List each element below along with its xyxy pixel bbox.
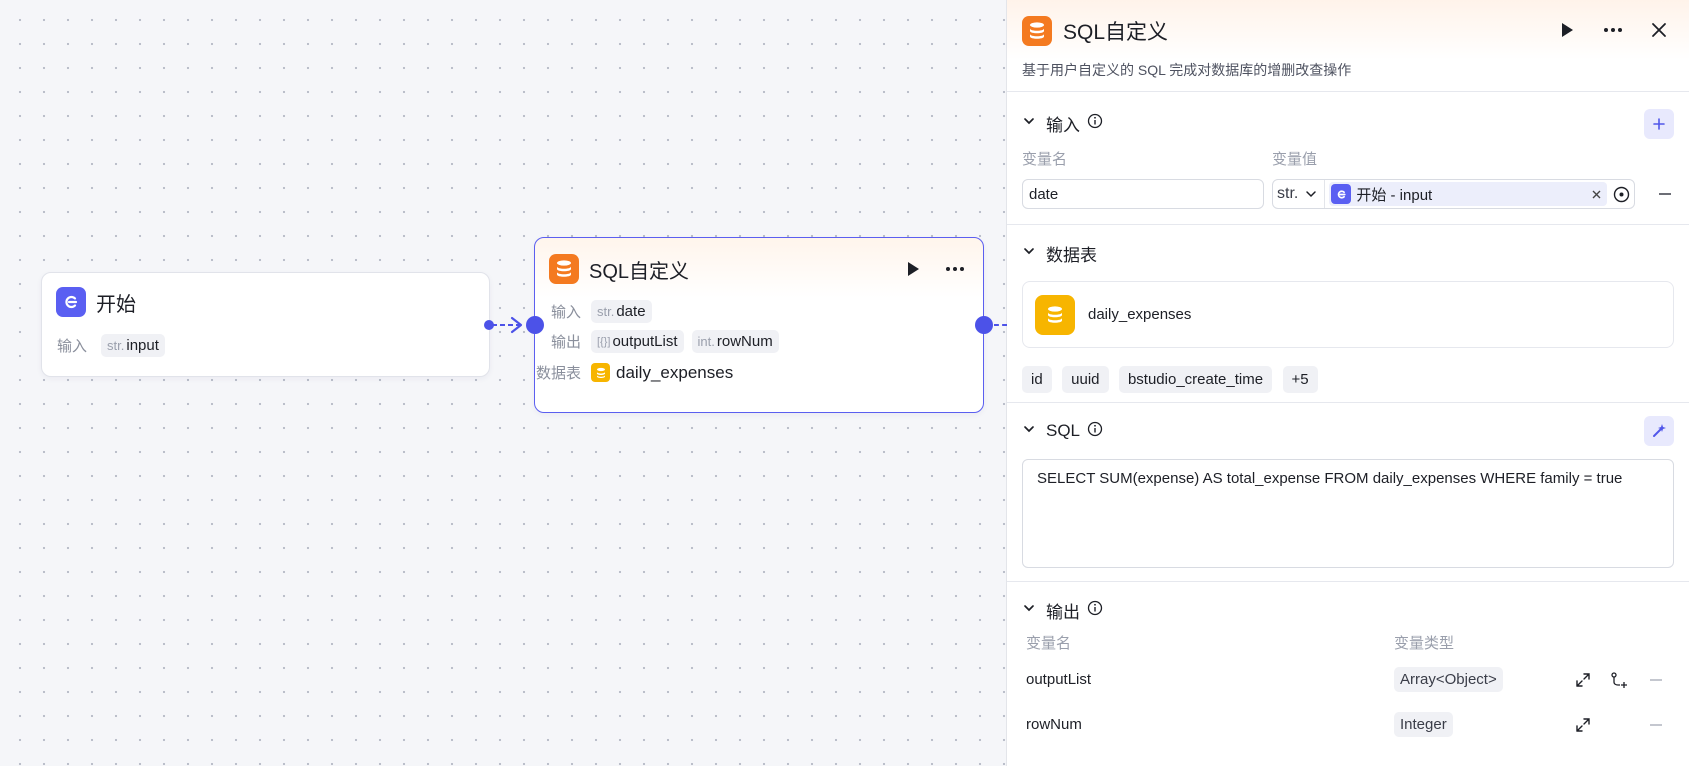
target-icon[interactable] <box>1613 186 1630 203</box>
node-settings-panel: SQL自定义 基于用户自定义的 SQL 完成对数据库的增删改查操作 输入 变量名… <box>1007 0 1689 766</box>
start-icon <box>56 287 86 317</box>
database-icon <box>1022 16 1052 46</box>
output-row: outputList Array<Object> <box>1022 657 1674 702</box>
expand-icon[interactable] <box>1575 717 1591 733</box>
input-section: 输入 变量名 变量值 date str. 开始 - input <box>1007 92 1689 225</box>
chevron-down-icon[interactable] <box>1022 421 1036 441</box>
remove-output-icon[interactable] <box>1650 678 1662 681</box>
connection-edge <box>492 316 523 334</box>
col-out-type: 变量类型 <box>1394 635 1455 652</box>
chevron-down-icon <box>1306 191 1317 198</box>
field-chips: id uuid bstudio_create_time +5 <box>1022 366 1674 393</box>
sql-table-label: 数据表 <box>535 365 581 382</box>
output-row: rowNum Integer <box>1022 702 1674 747</box>
sql-output-label: 输出 <box>550 334 581 351</box>
workflow-canvas[interactable]: 开始 输入 str. input SQL自定义 输入 str. date 输出 … <box>0 0 1007 766</box>
sql-editor[interactable]: SELECT SUM(expense) AS total_expense FRO… <box>1022 459 1674 568</box>
sql-output-tag-1: [{}] outputList <box>591 330 684 353</box>
sql-output1-type: [{}] <box>597 335 611 348</box>
outgoing-edge <box>994 324 1007 326</box>
start-input-type: str. <box>107 338 125 353</box>
input-section-title: 输入 <box>1046 115 1080 135</box>
chevron-down-icon[interactable] <box>1022 243 1036 263</box>
more-fields-chip[interactable]: +5 <box>1282 366 1318 393</box>
ai-generate-button[interactable] <box>1644 416 1674 446</box>
table-section: 数据表 daily_expenses id uuid bstudio_creat… <box>1007 225 1689 403</box>
sql-input-type: str. <box>597 304 615 319</box>
table-name: daily_expenses <box>1088 306 1192 323</box>
expand-icon[interactable] <box>1575 672 1591 688</box>
var-type-text: str. <box>1277 185 1299 202</box>
sql-input-name: date <box>616 303 646 320</box>
sql-output1-name: outputList <box>612 333 678 350</box>
sql-node-title: SQL自定义 <box>589 260 690 283</box>
close-icon[interactable] <box>1647 18 1671 42</box>
field-chip: id <box>1022 366 1052 393</box>
table-section-title: 数据表 <box>1046 245 1097 265</box>
chevron-down-icon[interactable] <box>1022 113 1036 133</box>
small-database-icon <box>591 363 610 382</box>
panel-title: SQL自定义 <box>1063 21 1169 44</box>
output-section: 输出 变量名 变量类型 outputList Array<Object> row… <box>1007 582 1689 747</box>
col-out-name: 变量名 <box>1026 635 1072 652</box>
add-input-button[interactable] <box>1644 109 1674 139</box>
var-value-field[interactable]: str. 开始 - input <box>1272 179 1635 209</box>
output-name: rowNum <box>1026 716 1082 733</box>
sql-output-port[interactable] <box>975 316 993 334</box>
output-name: outputList <box>1026 671 1092 688</box>
sql-input-tag: str. date <box>591 300 652 323</box>
start-node-title: 开始 <box>96 293 136 316</box>
database-icon <box>1035 294 1075 335</box>
clear-icon[interactable] <box>1592 186 1601 202</box>
output-type: Integer <box>1394 712 1453 737</box>
add-child-icon[interactable] <box>1610 671 1628 689</box>
field-chip: bstudio_create_time <box>1118 366 1273 393</box>
panel-description: 基于用户自定义的 SQL 完成对数据库的增删改查操作 <box>1022 62 1352 78</box>
sql-input-label: 输入 <box>550 304 581 321</box>
sql-section: SQL SELECT SUM(expense) AS total_expense… <box>1007 403 1689 582</box>
start-icon <box>1331 184 1352 204</box>
sql-section-title: SQL <box>1046 421 1081 440</box>
start-node[interactable]: 开始 输入 str. input <box>41 272 490 377</box>
sql-input-port[interactable] <box>526 316 544 334</box>
sql-output2-name: rowNum <box>716 333 773 350</box>
chevron-down-icon[interactable] <box>1022 600 1036 620</box>
more-icon[interactable] <box>943 257 967 281</box>
sql-table-name: daily_expenses <box>616 362 734 382</box>
var-name-input[interactable]: date <box>1022 179 1264 209</box>
ref-value: 开始 - input <box>1356 186 1433 204</box>
start-input-name: input <box>126 337 159 354</box>
table-card[interactable]: daily_expenses <box>1022 281 1674 348</box>
ref-chip[interactable]: 开始 - input <box>1329 182 1607 206</box>
run-icon[interactable] <box>1555 18 1579 42</box>
sql-output-tag-2: int. rowNum <box>691 330 779 353</box>
output-section-title: 输出 <box>1046 602 1080 622</box>
run-icon[interactable] <box>901 257 925 281</box>
more-icon[interactable] <box>1601 18 1625 42</box>
output-type: Array<Object> <box>1394 667 1503 692</box>
field-chip: uuid <box>1062 366 1109 393</box>
start-input-label: 输入 <box>57 338 88 355</box>
remove-output-icon[interactable] <box>1650 723 1662 726</box>
var-type-select[interactable]: str. <box>1277 180 1326 208</box>
remove-input-icon[interactable] <box>1659 193 1671 195</box>
col-var-value: 变量值 <box>1272 151 1318 168</box>
panel-header: SQL自定义 基于用户自定义的 SQL 完成对数据库的增删改查操作 <box>1007 0 1689 92</box>
info-icon[interactable] <box>1087 113 1103 134</box>
info-icon[interactable] <box>1087 600 1103 621</box>
database-icon <box>549 254 579 284</box>
col-var-name: 变量名 <box>1022 151 1068 168</box>
info-icon[interactable] <box>1087 421 1103 442</box>
sql-node[interactable]: SQL自定义 输入 str. date 输出 [{}] outputList i… <box>534 237 984 413</box>
start-input-tag: str. input <box>101 334 165 357</box>
sql-output2-type: int. <box>697 334 715 349</box>
